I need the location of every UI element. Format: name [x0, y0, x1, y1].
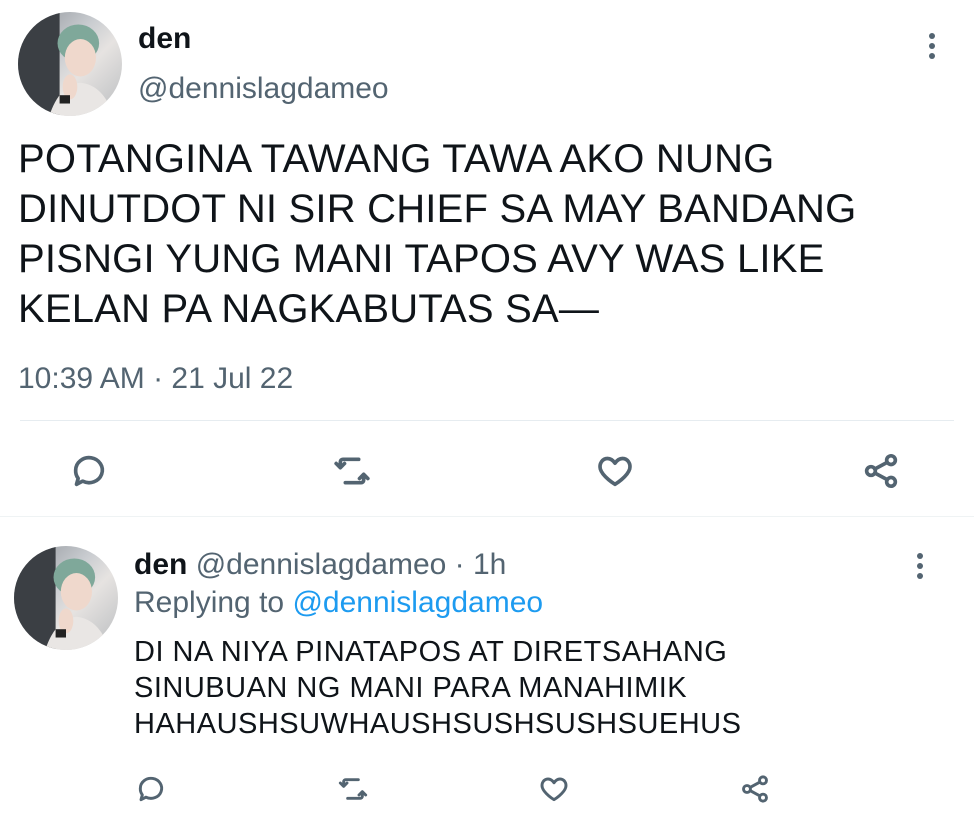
replying-to-prefix: Replying to	[134, 586, 285, 619]
reply-icon[interactable]	[66, 448, 112, 494]
replying-to-line: Replying to @dennislagdameo	[134, 586, 543, 620]
retweet-icon[interactable]	[332, 770, 374, 808]
main-tweet-avatar[interactable]	[18, 12, 122, 116]
reply-tweet-display-name[interactable]: den	[134, 548, 187, 581]
main-tweet-handle[interactable]: @dennislagdameo	[138, 72, 389, 106]
header-separator: ·	[454, 548, 465, 581]
more-options-icon[interactable]	[904, 550, 936, 582]
share-icon[interactable]	[858, 448, 904, 494]
replying-to-link[interactable]: @dennislagdameo	[292, 586, 543, 619]
main-tweet-text: POTANGINA TAWANG TAWA AKO NUNG DINUTDOT …	[18, 137, 857, 331]
like-icon[interactable]	[592, 448, 638, 494]
main-tweet-timestamp[interactable]: 10:39 AM · 21 Jul 22	[18, 362, 293, 396]
reply-tweet-age[interactable]: 1h	[473, 548, 506, 581]
section-divider	[0, 516, 974, 517]
reply-tweet-text: DI NA NIYA PINATAPOS AT DIRETSAHANG SINU…	[134, 636, 742, 740]
divider	[20, 420, 954, 421]
reply-tweet-handle[interactable]: @dennislagdameo	[196, 548, 447, 581]
avatar-photo	[18, 12, 114, 116]
reply-tweet-avatar[interactable]	[14, 546, 118, 650]
retweet-icon[interactable]	[326, 448, 378, 494]
avatar-photo	[14, 546, 110, 650]
share-icon[interactable]	[736, 770, 774, 808]
reply-tweet-header: den @dennislagdameo · 1h	[134, 548, 506, 582]
more-options-icon[interactable]	[916, 30, 948, 62]
main-tweet-display-name[interactable]: den	[138, 22, 191, 56]
reply-icon[interactable]	[132, 770, 170, 808]
like-icon[interactable]	[535, 770, 573, 808]
